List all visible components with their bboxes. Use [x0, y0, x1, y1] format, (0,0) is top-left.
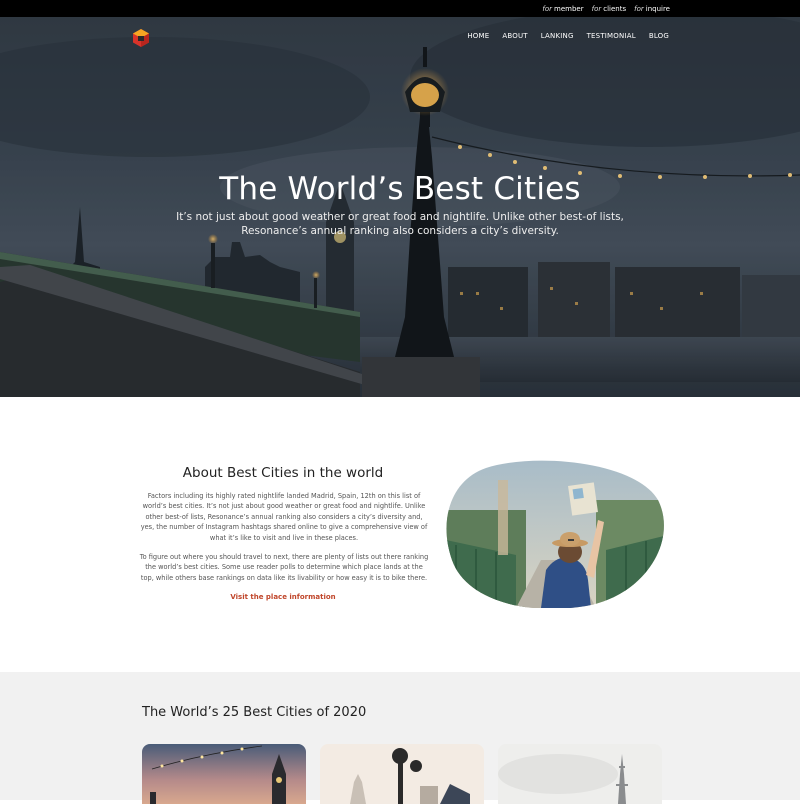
- nav-blog[interactable]: BLOG: [649, 32, 669, 40]
- city-card-image: [142, 744, 306, 804]
- visit-place-link[interactable]: Visit the place information: [138, 593, 428, 601]
- top-utility-bar: for member for clients for inquire: [0, 0, 800, 17]
- brand-logo-icon[interactable]: [131, 28, 151, 48]
- hero-section: HOME ABOUT LANKING TESTIMONIAL BLOG The …: [0, 17, 800, 397]
- link-label: member: [554, 4, 584, 13]
- link-prefix: for: [542, 4, 553, 13]
- utility-links: for member for clients for inquire: [542, 0, 670, 17]
- about-title: About Best Cities in the world: [182, 465, 384, 481]
- for-member-link[interactable]: for member: [542, 5, 583, 13]
- link-label: clients: [603, 4, 627, 13]
- link-prefix: for: [634, 4, 644, 13]
- nav-lanking[interactable]: LANKING: [541, 32, 574, 40]
- nav-testimonial[interactable]: TESTIMONIAL: [587, 32, 636, 40]
- about-paragraph-1: Factors including its highly rated night…: [140, 492, 428, 542]
- city-card-image: [498, 744, 662, 804]
- nav-home[interactable]: HOME: [467, 32, 489, 40]
- hero-title: The World’s Best Cities: [219, 171, 581, 207]
- city-card-london[interactable]: [142, 744, 306, 804]
- nav-about[interactable]: ABOUT: [502, 32, 527, 40]
- for-clients-link[interactable]: for clients: [592, 5, 627, 13]
- hero-subtitle: It’s not just about good weather or grea…: [176, 211, 624, 237]
- link-label: inquire: [645, 4, 670, 13]
- hero-background-image: [0, 17, 800, 397]
- link-prefix: for: [591, 4, 602, 13]
- best-cities-section: The World’s 25 Best Cities of 2020: [0, 672, 800, 804]
- about-paragraph-2: To figure out where you should travel to…: [139, 553, 429, 582]
- city-card-paris[interactable]: [498, 744, 662, 804]
- main-navigation: HOME ABOUT LANKING TESTIMONIAL BLOG: [467, 32, 669, 40]
- best-cities-title: The World’s 25 Best Cities of 2020: [142, 705, 367, 720]
- city-card-image: [320, 744, 484, 804]
- for-inquire-link[interactable]: for inquire: [634, 5, 670, 13]
- city-card-new-york[interactable]: [320, 744, 484, 804]
- traveler-blob-image: [446, 460, 664, 608]
